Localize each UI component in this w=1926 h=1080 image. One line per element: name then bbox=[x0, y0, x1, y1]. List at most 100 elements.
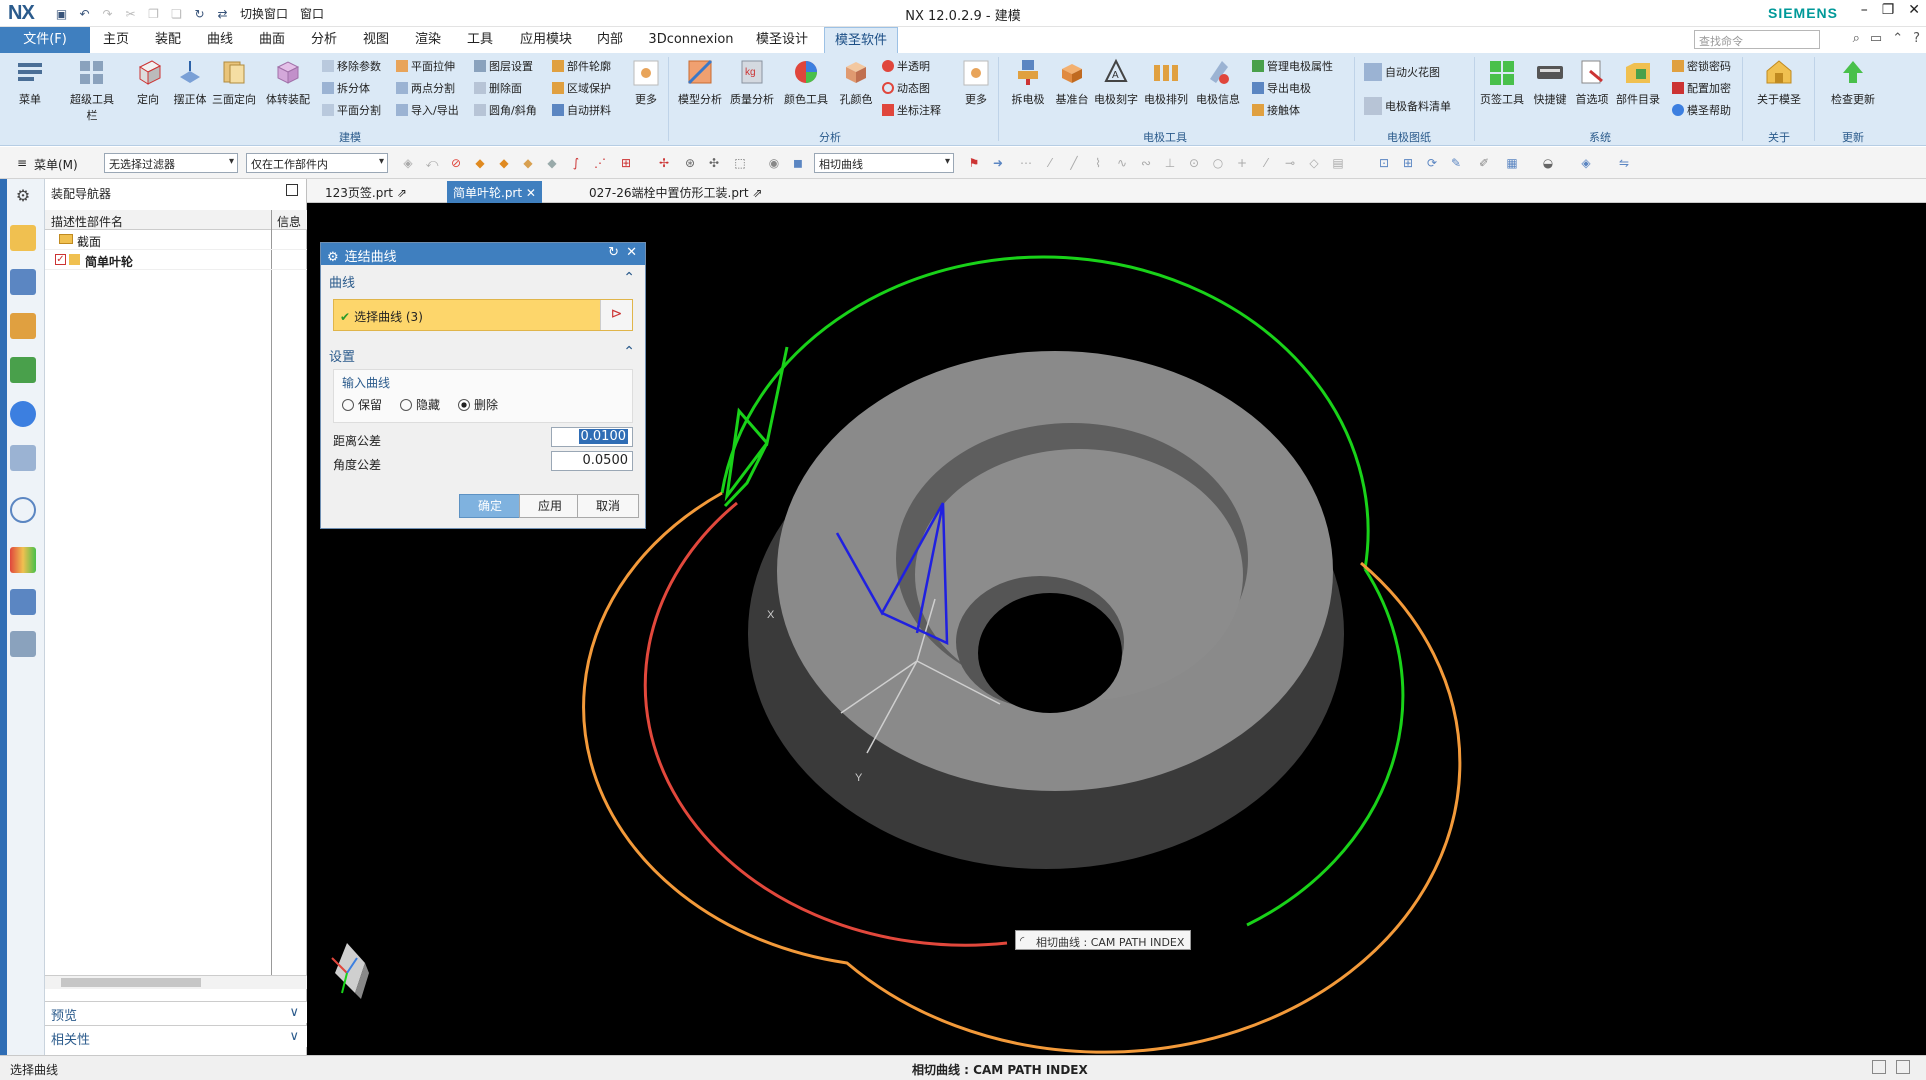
minimize-icon[interactable]: – bbox=[1861, 2, 1868, 18]
snap-circle-icon[interactable]: ○ bbox=[1210, 155, 1226, 171]
region-protect-button[interactable]: 区域保护 bbox=[552, 79, 611, 97]
system-materials-icon[interactable] bbox=[10, 547, 36, 573]
plane-extrude-button[interactable]: 平面拉伸 bbox=[396, 57, 455, 75]
snap-quadrant-icon[interactable]: ∾ bbox=[1138, 155, 1154, 171]
electrode-info-button[interactable]: 电极信息 bbox=[1196, 57, 1240, 107]
snap-intersect-icon[interactable]: ⌇ bbox=[1090, 155, 1106, 171]
snap-arc-icon[interactable]: ∿ bbox=[1114, 155, 1130, 171]
close-icon[interactable]: ✕ bbox=[1908, 2, 1920, 18]
selection-scope-dropdown[interactable]: 仅在工作部件内 bbox=[246, 153, 388, 173]
menu-analysis[interactable]: 分析 bbox=[308, 27, 340, 53]
mass-analysis-button[interactable]: kg 质量分析 bbox=[730, 57, 774, 107]
menu-gear-icon[interactable]: ≡ bbox=[14, 155, 30, 171]
switch-window-button[interactable]: 切换窗口 bbox=[236, 4, 292, 23]
wcs-icon[interactable]: ⇋ bbox=[1616, 155, 1632, 171]
snap-end-icon[interactable]: ⋯ bbox=[1018, 155, 1034, 171]
select-curve-row[interactable]: ✔ 选择曲线 (3) ⊳ bbox=[333, 299, 633, 331]
delete-face-button[interactable]: 删除面 bbox=[474, 79, 522, 97]
select-all-icon[interactable]: ◈ bbox=[400, 155, 416, 171]
relevance-section[interactable]: 相关性 ∨ bbox=[45, 1025, 307, 1048]
collapse-ribbon-icon[interactable]: ⌃ bbox=[1892, 31, 1903, 46]
more-analysis-button[interactable]: 更多 bbox=[954, 57, 998, 107]
plane-split-button[interactable]: 平面分割 bbox=[322, 101, 381, 119]
settings-section-header[interactable]: 设置 ⌃ bbox=[321, 343, 645, 365]
copy-icon[interactable]: ❐ bbox=[144, 4, 163, 23]
render-style-icon[interactable]: ◒ bbox=[1540, 155, 1556, 171]
menu-surface[interactable]: 曲面 bbox=[256, 27, 288, 53]
command-search-input[interactable]: 查找命令 bbox=[1694, 30, 1820, 49]
hd3d-tools-icon[interactable] bbox=[10, 401, 36, 427]
window-layout-icon[interactable]: ▭ bbox=[1870, 31, 1882, 46]
zoom-icon[interactable]: ⊞ bbox=[1400, 155, 1416, 171]
about-mold-button[interactable]: 关于模圣 bbox=[1748, 57, 1810, 107]
electrode-bom-button[interactable]: 电极备料清单 bbox=[1364, 97, 1451, 115]
pick-icon[interactable]: ✢ bbox=[656, 155, 672, 171]
edit-icon[interactable]: ✐ bbox=[1476, 155, 1492, 171]
config-encrypt-button[interactable]: 配置加密 bbox=[1672, 79, 1731, 97]
radio-hide[interactable]: 隐藏 bbox=[400, 396, 440, 413]
more-modeling-button[interactable]: 更多 bbox=[624, 57, 668, 107]
split-body-button[interactable]: 拆分体 bbox=[322, 79, 370, 97]
tab-123[interactable]: 123页签.prt ⇗ bbox=[319, 181, 413, 203]
datum-base-button[interactable]: 基准台 bbox=[1050, 57, 1094, 107]
tab-fixture[interactable]: 027-26端栓中置仿形工装.prt ⇗ bbox=[583, 181, 768, 203]
cut-icon[interactable]: ✂ bbox=[121, 4, 140, 23]
snap-control-icon[interactable]: ╱ bbox=[1066, 155, 1082, 171]
menu-curve[interactable]: 曲线 bbox=[204, 27, 236, 53]
check-update-button[interactable]: 检查更新 bbox=[1822, 57, 1884, 107]
part-navigator-icon[interactable] bbox=[10, 313, 36, 339]
follow-fillet-icon[interactable]: ➜ bbox=[990, 155, 1006, 171]
status-icon-selection[interactable] bbox=[1872, 1060, 1886, 1074]
color-tool-button[interactable]: 颜色工具 bbox=[784, 57, 828, 107]
body-to-assembly-button[interactable]: 体转装配 bbox=[266, 57, 310, 107]
visibility-checkbox[interactable]: ✓ bbox=[55, 254, 66, 265]
snap-face-icon[interactable]: ◆ bbox=[496, 155, 512, 171]
pan-icon[interactable]: ✎ bbox=[1448, 155, 1464, 171]
orient-view-icon[interactable]: ◈ bbox=[1578, 155, 1594, 171]
fillet-chamfer-button[interactable]: 圆角/斜角 bbox=[474, 101, 537, 119]
three-face-orient-button[interactable]: 三面定向 bbox=[212, 57, 256, 107]
clear-selection-icon[interactable]: ⊘ bbox=[448, 155, 464, 171]
sketch-curve-green[interactable] bbox=[723, 346, 789, 508]
part-outline-button[interactable]: 部件轮廓 bbox=[552, 57, 611, 75]
semi-transparent-button[interactable]: 半透明 bbox=[882, 57, 930, 75]
preferences-button[interactable]: 首选项 bbox=[1570, 57, 1614, 107]
view-cube-icon[interactable]: ◉ bbox=[766, 155, 782, 171]
apply-button[interactable]: 应用 bbox=[519, 494, 581, 518]
contact-body-button[interactable]: 接触体 bbox=[1252, 101, 1300, 119]
export-electrode-button[interactable]: 导出电极 bbox=[1252, 79, 1311, 97]
snap-mid-icon[interactable]: ⁄ bbox=[1042, 155, 1058, 171]
orient-button[interactable]: 定向 bbox=[126, 57, 170, 107]
menu-tools[interactable]: 工具 bbox=[464, 27, 496, 53]
menu-view[interactable]: 视图 bbox=[360, 27, 392, 53]
rotate-icon[interactable]: ⟳ bbox=[1424, 155, 1440, 171]
column-info[interactable]: 信息 bbox=[277, 213, 301, 230]
menu-assembly[interactable]: 装配 bbox=[152, 27, 184, 53]
menu-mold-design[interactable]: 模圣设计 bbox=[752, 27, 812, 53]
tab-impeller[interactable]: 简单叶轮.prt ✕ bbox=[447, 181, 542, 203]
menu-home[interactable]: 主页 bbox=[100, 27, 132, 53]
snap-point-icon[interactable]: + bbox=[1234, 155, 1250, 171]
pick-options-icon[interactable]: ⊛ bbox=[682, 155, 698, 171]
curve-rule-icon[interactable]: ⊳ bbox=[600, 300, 632, 330]
menu-mold-software[interactable]: 模圣软件 bbox=[824, 27, 898, 53]
rect-select-icon[interactable]: ⬚ bbox=[732, 155, 748, 171]
constraint-navigator-icon[interactable] bbox=[10, 269, 36, 295]
snap-line-icon[interactable]: ⁄ bbox=[1258, 155, 1274, 171]
touch-mode-icon[interactable]: ⇄ bbox=[213, 4, 232, 23]
reuse-library-icon[interactable] bbox=[10, 357, 36, 383]
help-icon[interactable]: ? bbox=[1913, 31, 1920, 46]
repeat-command-icon[interactable]: ↻ bbox=[190, 4, 209, 23]
snap-pole-icon[interactable]: ⊥ bbox=[1162, 155, 1178, 171]
solid-cube-icon[interactable]: ◼ bbox=[790, 155, 806, 171]
window-menu-button[interactable]: 窗口 bbox=[296, 4, 328, 23]
roles-icon[interactable] bbox=[10, 631, 36, 657]
search-icon[interactable]: ⌕ bbox=[1853, 31, 1860, 46]
ok-button[interactable]: 确定 bbox=[459, 494, 521, 518]
menu-3dconnexion[interactable]: 3Dconnexion bbox=[646, 27, 736, 53]
paste-icon[interactable]: ❏ bbox=[167, 4, 186, 23]
align-body-button[interactable]: 摆正体 bbox=[168, 57, 212, 107]
horizontal-scrollbar[interactable] bbox=[45, 975, 307, 989]
model-analysis-button[interactable]: 模型分析 bbox=[678, 57, 722, 107]
lock-password-button[interactable]: 密锁密码 bbox=[1672, 57, 1731, 75]
